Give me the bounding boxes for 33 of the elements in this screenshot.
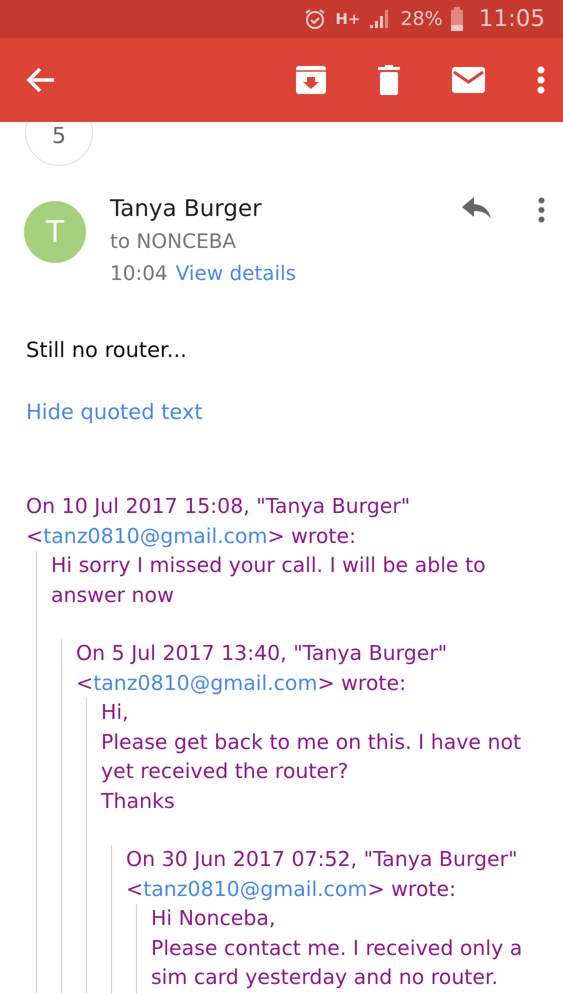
quoted-line: Please get back to me on this. I have not yet received the router?: [101, 728, 522, 785]
quoted-line: Hi Nonceba,: [151, 905, 276, 932]
archive-button[interactable]: [296, 65, 326, 95]
view-details-link[interactable]: View details: [176, 257, 296, 289]
message-body: Still no router...: [26, 337, 188, 364]
email-link[interactable]: tanz0810@gmail.com: [93, 670, 318, 694]
quoted-line: Hi sorry I missed your call. I will be able to answer now: [51, 552, 487, 608]
reply-button[interactable]: [462, 197, 492, 219]
more-options-button[interactable]: [538, 197, 545, 223]
quote-header: On 5 Jul 2017 13:40, "Tanya Burger" <tanz0810@gmail.com> wrote:: [76, 640, 448, 696]
quote-header: On 30 Jun 2017 07:52, "Tanya Burger" <tanz0810@gmail.com> wrote:: [126, 846, 519, 902]
email-link[interactable]: tanz0810@gmail.com: [143, 876, 368, 900]
alarm-icon: [303, 7, 328, 31]
battery-icon: [450, 7, 463, 31]
back-button[interactable]: [26, 67, 56, 93]
quote-header: On 10 Jul 2017 15:08, "Tanya Burger" <tanz0810@gmail.com> wrote:: [26, 493, 412, 550]
network-type: H+: [335, 8, 360, 30]
quoted-line: Hi,: [101, 699, 130, 726]
sender-name: Tanya Burger: [110, 195, 263, 224]
quoted-line: Please contact me. I received only a: [151, 934, 524, 962]
more-options-button[interactable]: [537, 66, 545, 94]
quoted-line: Thanks: [101, 788, 176, 814]
battery-percent: 28%: [400, 6, 443, 32]
time: 10:04: [110, 260, 168, 287]
quoted-line: sim card yesterday and no router.: [151, 964, 500, 991]
recipient: to NONCEBA: [110, 228, 238, 255]
avatar: T: [24, 201, 86, 263]
mail-button[interactable]: [452, 67, 485, 93]
hide-quoted-text-link[interactable]: Hide quoted text: [26, 396, 203, 428]
message-count[interactable]: 5: [25, 122, 93, 166]
email-link[interactable]: tanz0810@gmail.com: [43, 524, 268, 548]
delete-button[interactable]: [378, 65, 400, 95]
clock: 11:05: [478, 4, 545, 34]
